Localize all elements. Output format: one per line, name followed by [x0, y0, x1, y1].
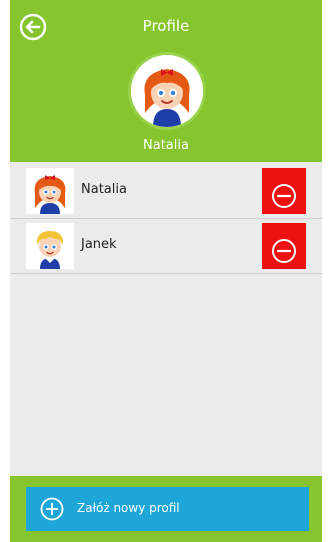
new-profile-label: Załóż nowy profil — [77, 501, 180, 515]
delete-profile-button[interactable] — [262, 168, 306, 214]
list-item[interactable]: Natalia — [10, 164, 322, 219]
current-profile-name: Natalia — [143, 138, 189, 153]
profile-list: Natalia Janek — [10, 164, 322, 274]
list-item[interactable]: Janek — [10, 219, 322, 274]
new-profile-button[interactable]: Załóż nowy profil — [26, 487, 309, 531]
current-profile-avatar — [131, 55, 203, 127]
delete-profile-button[interactable] — [262, 223, 306, 269]
minus-circle-icon — [272, 183, 296, 208]
footer: Załóż nowy profil — [10, 476, 322, 542]
girl-red-hair-avatar — [26, 168, 74, 214]
profile-name: Natalia — [81, 182, 127, 197]
header: Profile Natalia — [10, 0, 322, 162]
minus-circle-icon — [272, 238, 296, 263]
girl-red-hair-avatar — [131, 55, 203, 127]
boy-blond-hair-avatar — [26, 223, 74, 269]
plus-circle-icon — [40, 497, 64, 521]
page-title: Profile — [142, 17, 190, 35]
profile-screen: Profile Natalia Natalia Janek Załóż nowy… — [10, 0, 322, 542]
profile-name: Janek — [81, 237, 117, 252]
